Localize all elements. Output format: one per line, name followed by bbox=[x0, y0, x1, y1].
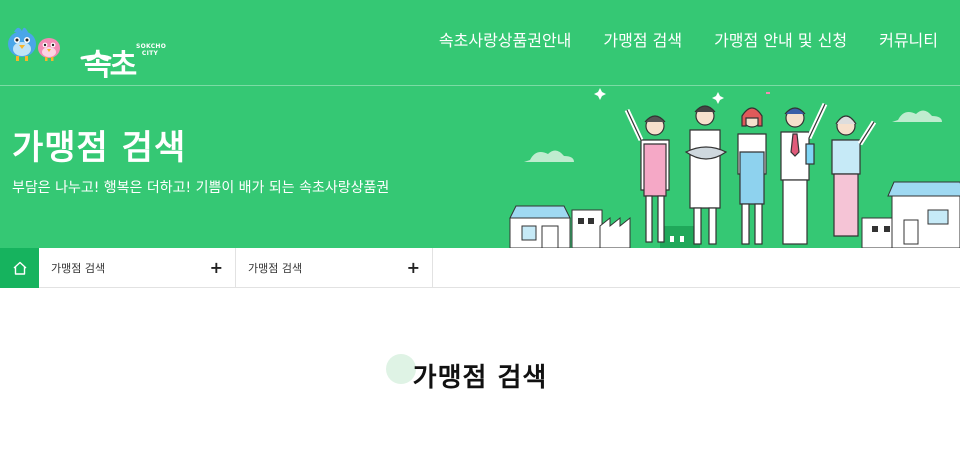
hero-illustration bbox=[509, 88, 960, 248]
main-nav: 속초사랑상품권안내 가맹점 검색 가맹점 안내 및 신청 커뮤니티 bbox=[439, 30, 938, 52]
people-icon bbox=[624, 102, 877, 245]
hero-subtitle: 부담은 나누고! 행복은 더하고! 기쁨이 배가 되는 속초사랑상품권 bbox=[12, 180, 390, 196]
breadcrumb-depth2-label: 가맹점 검색 bbox=[248, 262, 303, 275]
nav-item-store-search[interactable]: 가맹점 검색 bbox=[603, 30, 682, 52]
breadcrumb-depth2[interactable]: 가맹점 검색 + bbox=[236, 248, 433, 288]
plus-icon[interactable]: + bbox=[210, 260, 223, 276]
nav-item-community[interactable]: 커뮤니티 bbox=[879, 30, 938, 52]
breadcrumb-depth1[interactable]: 가맹점 검색 + bbox=[39, 248, 236, 288]
site-header: 속초 SOKCHO CITY 속초사랑상품권안내 가맹점 검색 가맹점 안내 및… bbox=[0, 0, 960, 86]
mascot-icon bbox=[8, 27, 60, 61]
page-title-section: 가맹점 검색 bbox=[0, 350, 960, 410]
logo-city-label: SOKCHO CITY bbox=[136, 43, 167, 57]
home-icon bbox=[13, 261, 26, 275]
home-button[interactable] bbox=[0, 248, 39, 288]
hero-banner: 가맹점 검색 부담은 나누고! 행복은 더하고! 기쁨이 배가 되는 속초사랑상… bbox=[0, 86, 960, 248]
breadcrumb-depth1-label: 가맹점 검색 bbox=[51, 262, 106, 275]
nav-item-store-apply[interactable]: 가맹점 안내 및 신청 bbox=[714, 30, 847, 52]
hero-title: 가맹점 검색 bbox=[12, 128, 187, 168]
plus-icon[interactable]: + bbox=[407, 260, 420, 276]
site-logo[interactable]: 속초 SOKCHO CITY bbox=[4, 18, 167, 83]
shops-icon bbox=[509, 181, 960, 248]
nav-item-voucher-info[interactable]: 속초사랑상품권안내 bbox=[439, 30, 571, 52]
breadcrumb: 가맹점 검색 + 가맹점 검색 + bbox=[0, 248, 960, 288]
confetti-icon bbox=[594, 88, 770, 104]
page-title: 가맹점 검색 bbox=[412, 363, 548, 393]
